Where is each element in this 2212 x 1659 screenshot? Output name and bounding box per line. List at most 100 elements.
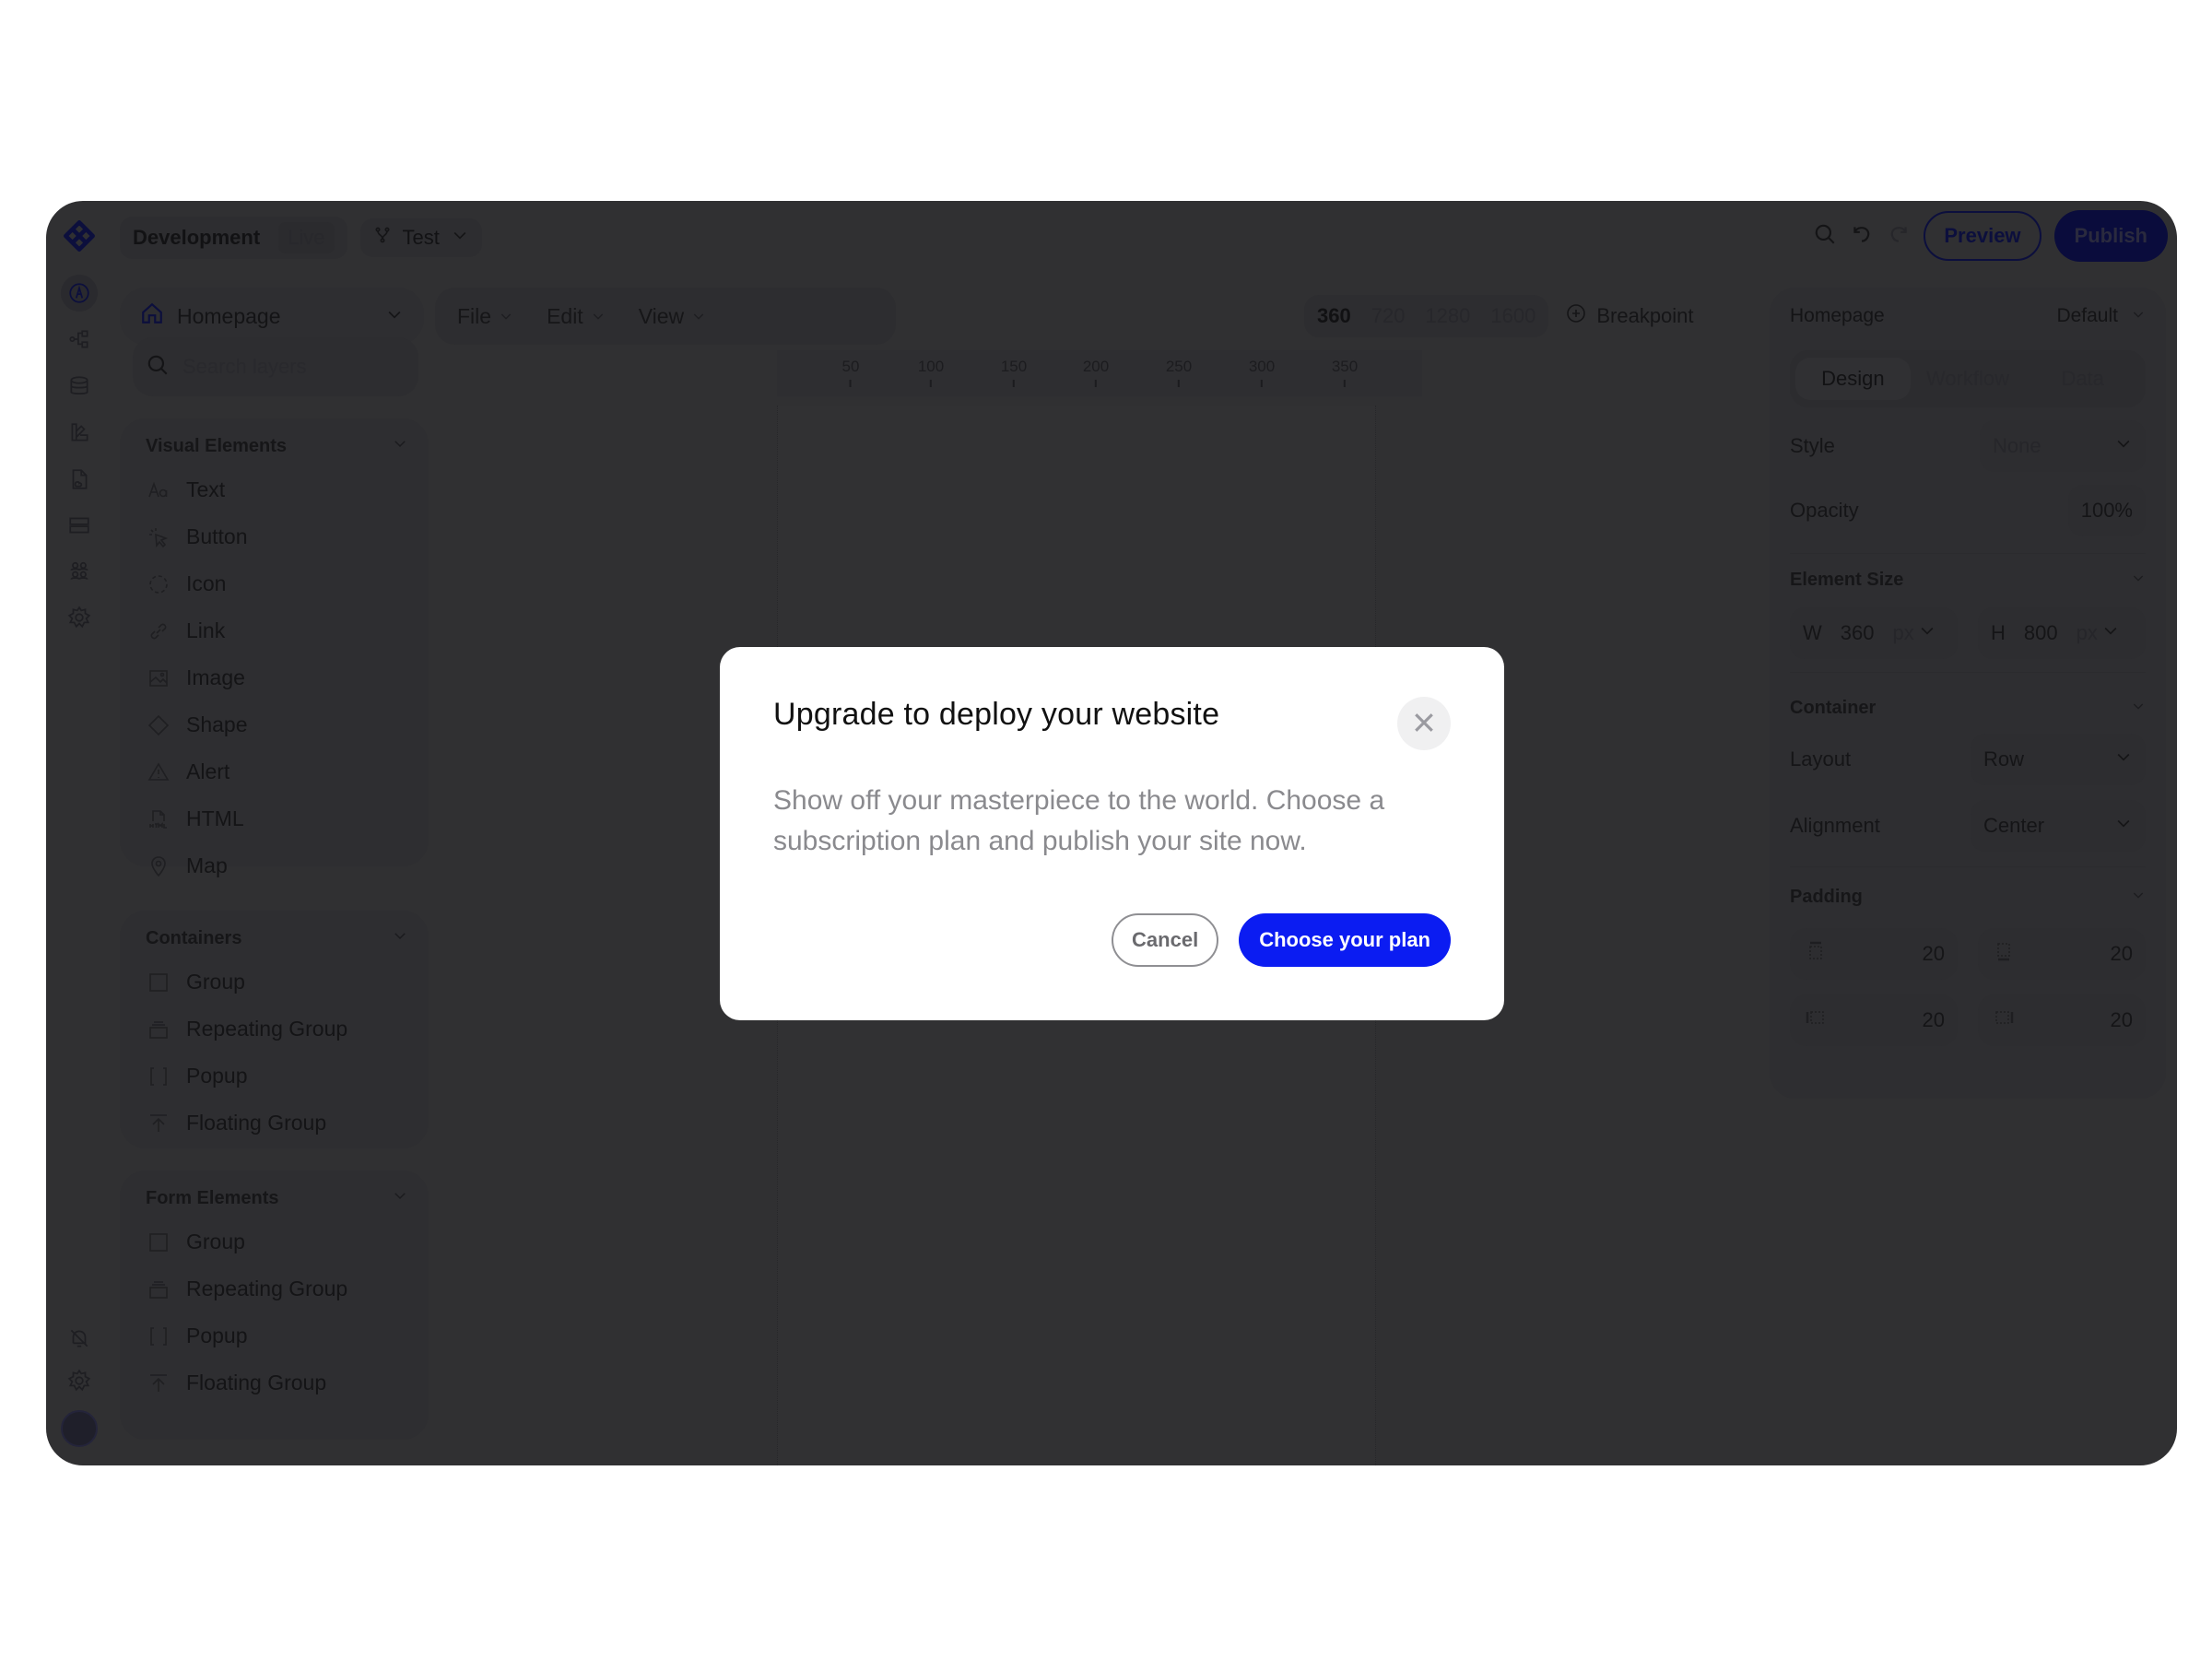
assets-nav-icon[interactable] [66,466,92,492]
app-logo-icon[interactable] [59,216,100,256]
container-floating-group[interactable]: Floating Group [146,1100,408,1147]
breakpoint-1280[interactable]: 1280 [1425,304,1470,328]
diamond-icon [146,714,171,736]
alignment-row: Alignment Center [1790,793,2146,859]
tab-workflow[interactable]: Workflow [1911,358,2026,400]
database-nav-icon[interactable] [66,373,92,399]
preview-button[interactable]: Preview [1924,211,2041,261]
padding-right-value: 20 [2110,1008,2133,1031]
modal-close-button[interactable] [1397,697,1451,750]
alignment-select[interactable]: Center [1971,800,2146,852]
styles-nav-icon[interactable] [66,420,92,446]
opacity-input[interactable]: 100% [2068,485,2146,536]
section-header[interactable]: Visual Elements [146,433,408,459]
notifications-off-icon[interactable] [66,1325,92,1351]
arrow-up-bar-icon [146,1372,171,1394]
opacity-value: 100% [2080,499,2133,522]
element-label: Button [186,524,248,548]
chevron-down-icon [2114,434,2133,458]
element-html[interactable]: HTML [146,795,408,842]
redo-icon[interactable] [1887,222,1911,251]
chevron-down-icon [451,226,469,250]
properties-header: Homepage Default [1790,288,2146,345]
server-nav-icon[interactable] [66,512,92,538]
form-group[interactable]: Group [146,1218,408,1265]
layout-row: Layout Row [1790,726,2146,793]
dashed-circle-icon [146,573,171,595]
tab-design[interactable]: Design [1795,358,1911,400]
element-size-header[interactable]: Element Size [1790,561,2146,598]
menu-edit[interactable]: Edit [547,304,606,329]
height-input[interactable]: H 800 px [1978,607,2146,659]
element-text[interactable]: Text [146,466,408,513]
element-image[interactable]: Image [146,654,408,701]
height-unit[interactable]: px [2077,621,2098,645]
chevron-down-icon [392,927,408,949]
environment-development[interactable]: Development [133,226,260,250]
chevron-down-icon [499,304,513,329]
page-selector[interactable]: Homepage [120,288,424,345]
modal-title: Upgrade to deploy your website [773,697,1220,732]
section-header[interactable]: Form Elements [146,1185,408,1211]
search-icon [146,353,170,382]
element-icon[interactable]: Icon [146,560,408,607]
state-label: Default [2056,305,2118,326]
chevron-down-icon [691,304,706,329]
text-aa-icon [146,479,171,501]
element-link[interactable]: Link [146,607,408,654]
publish-button[interactable]: Publish [2053,210,2168,262]
element-shape[interactable]: Shape [146,701,408,748]
container-group[interactable]: Group [146,959,408,1006]
users-nav-icon[interactable] [66,559,92,584]
settings-icon[interactable] [66,1368,92,1394]
cancel-button[interactable]: Cancel [1112,913,1219,967]
padding-bottom-input[interactable]: 20 [1978,928,2146,980]
form-floating-group[interactable]: Floating Group [146,1359,408,1406]
element-alert[interactable]: Alert [146,748,408,795]
breakpoint-720[interactable]: 720 [1371,304,1406,328]
ruler-tick: 300 [1249,358,1275,387]
topbar-right: Preview Publish [1813,210,2168,262]
image-icon [146,667,171,689]
visual-elements-section: Visual Elements Text Button Icon Link Im… [120,418,429,877]
container-repeating-group[interactable]: Repeating Group [146,1006,408,1053]
layout-select[interactable]: Row [1971,734,2146,785]
section-header[interactable]: Containers [146,925,408,951]
tab-data[interactable]: Data [2025,358,2140,400]
width-unit[interactable]: px [1892,621,1913,645]
add-breakpoint-button[interactable]: Breakpoint [1565,302,1694,330]
search-icon[interactable] [1813,222,1837,251]
workflow-nav-icon[interactable] [66,326,92,352]
search-layers-input[interactable] [182,355,385,379]
padding-top-input[interactable]: 20 [1790,928,1958,980]
undo-icon[interactable] [1850,222,1874,251]
branch-selector[interactable]: Test [359,218,482,257]
menu-file[interactable]: File [457,304,513,329]
width-input[interactable]: W 360 px [1790,607,1958,659]
opacity-label: Opacity [1790,499,1859,522]
padding-header[interactable]: Padding [1790,878,2146,915]
choose-plan-button[interactable]: Choose your plan [1239,913,1451,967]
environment-live[interactable]: Live [278,222,335,253]
container-popup[interactable]: Popup [146,1053,408,1100]
breakpoint-360[interactable]: 360 [1317,304,1351,328]
style-row: Style None [1790,417,2146,476]
form-repeating-group[interactable]: Repeating Group [146,1265,408,1312]
padding-left-input[interactable]: 20 [1790,994,1958,1046]
design-nav-icon[interactable] [61,275,98,312]
settings-nav-icon[interactable] [66,605,92,630]
state-selector[interactable]: Default [2056,305,2146,327]
menu-view[interactable]: View [639,304,706,329]
breakpoint-1600[interactable]: 1600 [1490,304,1535,328]
padding-fields: 20 20 20 20 [1790,928,2146,1046]
user-avatar[interactable] [61,1410,98,1447]
form-popup[interactable]: Popup [146,1312,408,1359]
element-button[interactable]: Button [146,513,408,560]
element-map[interactable]: Map [146,842,408,889]
environment-switch[interactable]: Development Live [120,217,347,259]
container-header[interactable]: Container [1790,689,2146,726]
padding-right-input[interactable]: 20 [1978,994,2146,1046]
style-select[interactable]: None [1980,420,2146,472]
menu-label: File [457,303,492,328]
element-label: Repeating Group [186,1017,348,1041]
